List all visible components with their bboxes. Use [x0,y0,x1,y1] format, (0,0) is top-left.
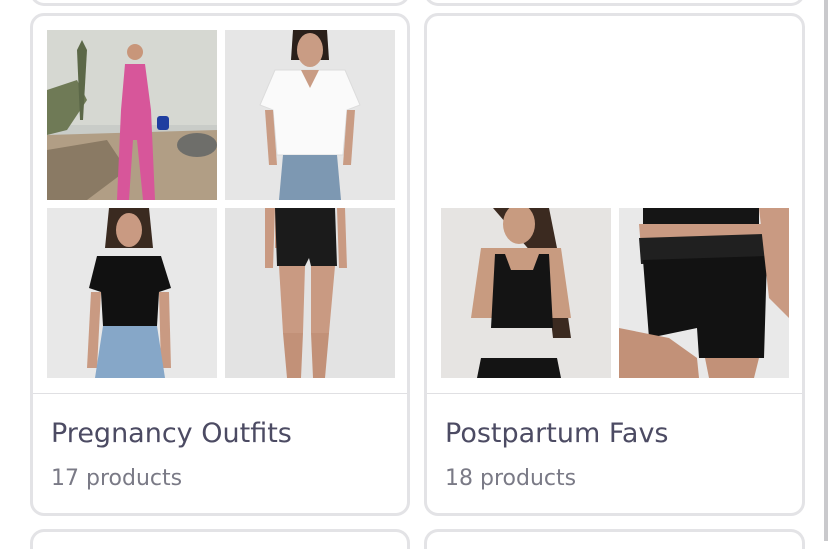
card-divider [427,393,802,394]
product-thumbnail[interactable] [619,208,789,378]
product-thumbnail[interactable] [47,30,217,200]
black-tank-image [441,208,611,378]
collection-card-prev-left[interactable] [30,0,410,6]
collection-product-count: 17 products [51,466,183,491]
black-shorts-image [619,208,789,378]
bike-shorts-image [225,208,395,378]
collection-card-next-right[interactable] [424,529,805,549]
black-tee-image [47,208,217,378]
collection-card-next-left[interactable] [30,529,410,549]
scrollbar-edge [824,0,828,541]
product-thumbnail[interactable] [47,208,217,378]
collection-product-count: 18 products [445,466,577,491]
white-tee-image [225,30,395,200]
collection-card-postpartum-favs[interactable]: Postpartum Favs 18 products [424,13,805,516]
beach-jumpsuit-image [47,30,217,200]
card-divider [33,393,407,394]
product-thumbnail[interactable] [441,208,611,378]
collection-card-pregnancy-outfits[interactable]: Pregnancy Outfits 17 products [30,13,410,516]
collection-title: Postpartum Favs [445,418,669,449]
collection-title: Pregnancy Outfits [51,418,292,449]
product-thumbnail[interactable] [225,208,395,378]
collection-card-prev-right[interactable] [424,0,805,6]
product-thumbnail[interactable] [225,30,395,200]
